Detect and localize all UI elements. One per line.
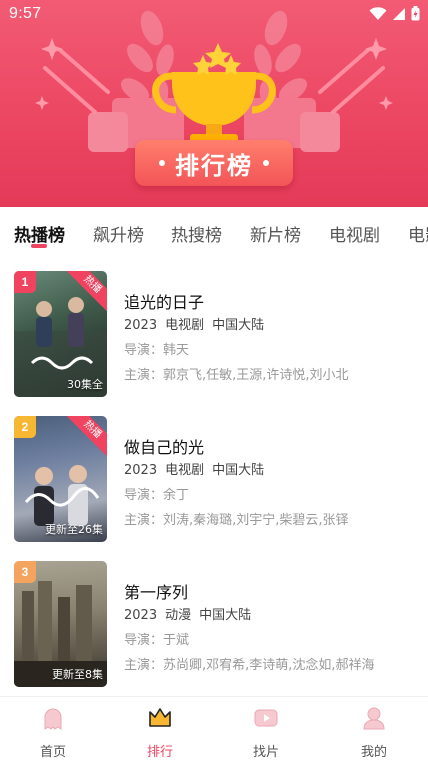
ranking-title-plate: 排行榜 (135, 140, 293, 186)
poster-image[interactable]: 2 热播 更新至26集 (14, 416, 107, 542)
status-time: 9:57 (9, 5, 42, 22)
item-director: 导演：韩天 (124, 343, 190, 358)
system-icons (369, 6, 420, 21)
item-title[interactable]: 第一序列 (124, 579, 188, 603)
item-meta: 2023 电视剧 中国大陆 (124, 463, 265, 478)
ranking-tabs: 热播榜 飙升榜 热搜榜 新片榜 电视剧 电影 (0, 207, 428, 257)
page-title: 排行榜 (175, 151, 253, 180)
item-cast: 主演：郭京飞,任敏,王源,许诗悦,刘小北 (124, 368, 349, 383)
active-tab-indicator (31, 244, 47, 248)
ranking-banner: 9:57 排行榜 (0, 0, 428, 207)
home-ghost-icon (44, 708, 62, 730)
tab-new-release[interactable]: 新片榜 (250, 221, 301, 246)
item-meta: 2023 电视剧 中国大陆 (124, 318, 265, 333)
item-title[interactable]: 追光的日子 (124, 289, 204, 313)
item-director: 导演：余丁 (124, 488, 190, 503)
nav-find[interactable]: 找片 (236, 705, 296, 760)
wifi-icon (369, 6, 387, 20)
list-item[interactable]: 2 热播 更新至26集 做自己的光 2023 电视剧 中国大陆 导演：余丁 主演：刘… (0, 416, 428, 544)
crown-icon (149, 708, 171, 727)
tab-hot-search[interactable]: 热搜榜 (171, 221, 222, 246)
play-video-icon (254, 709, 278, 727)
episode-badge: 更新至26集 (45, 523, 103, 536)
battery-icon (411, 6, 420, 21)
nav-home[interactable]: 首页 (23, 705, 83, 760)
item-cast: 主演：刘涛,秦海璐,刘宇宁,柴碧云,张铎 (124, 513, 349, 528)
item-cast: 主演：苏尚卿,邓宥希,李诗萌,沈念如,郝祥海 (124, 658, 375, 673)
signal-icon (393, 7, 405, 20)
tab-tv-series[interactable]: 电视剧 (329, 221, 380, 246)
rank-number-badge: 2 (14, 416, 36, 438)
nav-ranking[interactable]: 排行 (130, 705, 190, 760)
episode-badge: 30集全 (67, 378, 103, 391)
tab-movie[interactable]: 电影 (408, 221, 428, 246)
bottom-navigation: 首页 排行 找片 我的 (0, 696, 428, 760)
item-meta: 2023 动漫 中国大陆 (124, 608, 252, 623)
list-item[interactable]: 1 热播 30集全 追光的日子 2023 电视剧 中国大陆 导演：韩天 主演：郭京飞… (0, 271, 428, 399)
rank-number-badge: 1 (14, 271, 36, 293)
item-title[interactable]: 做自己的光 (124, 434, 204, 458)
poster-image[interactable]: 3 更新至8集 (14, 561, 107, 687)
user-icon (363, 707, 385, 730)
episode-badge: 更新至8集 (52, 668, 103, 681)
rank-number-badge: 3 (14, 561, 36, 583)
poster-image[interactable]: 1 热播 30集全 (14, 271, 107, 397)
item-director: 导演：于斌 (124, 633, 190, 648)
list-item[interactable]: 3 更新至8集 第一序列 2023 动漫 中国大陆 导演：于斌 主演：苏尚卿,邓宥希… (0, 561, 428, 689)
nav-profile[interactable]: 我的 (344, 705, 404, 760)
status-bar: 9:57 (0, 0, 428, 28)
tab-rising[interactable]: 飙升榜 (93, 221, 144, 246)
tab-hot-play[interactable]: 热播榜 (14, 221, 65, 246)
